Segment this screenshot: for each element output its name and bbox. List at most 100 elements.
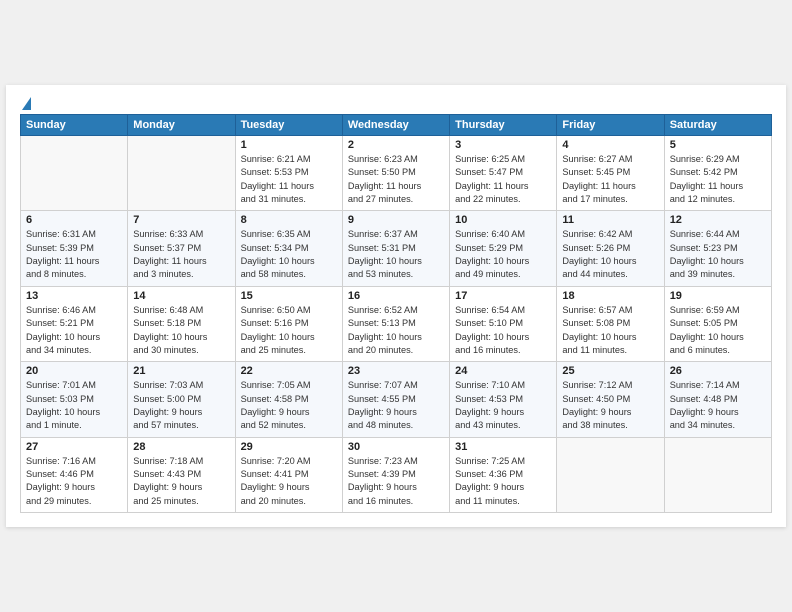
calendar-cell: 30 Sunrise: 7:23 AM Sunset: 4:39 PM Dayli… — [342, 437, 449, 512]
day-number: 17 — [455, 290, 551, 302]
day-info: Sunrise: 6:21 AM Sunset: 5:53 PM Dayligh… — [241, 153, 337, 206]
calendar-cell: 17 Sunrise: 6:54 AM Sunset: 5:10 PM Dayli… — [450, 286, 557, 361]
logo-triangle-icon — [22, 97, 31, 110]
day-info: Sunrise: 7:14 AM Sunset: 4:48 PM Dayligh… — [670, 379, 766, 432]
calendar-cell: 20 Sunrise: 7:01 AM Sunset: 5:03 PM Dayli… — [21, 362, 128, 437]
calendar-cell: 27 Sunrise: 7:16 AM Sunset: 4:46 PM Dayli… — [21, 437, 128, 512]
day-number: 29 — [241, 441, 337, 453]
calendar-cell: 22 Sunrise: 7:05 AM Sunset: 4:58 PM Dayli… — [235, 362, 342, 437]
day-number: 14 — [133, 290, 229, 302]
day-number: 27 — [26, 441, 122, 453]
day-info: Sunrise: 7:10 AM Sunset: 4:53 PM Dayligh… — [455, 379, 551, 432]
calendar-cell: 18 Sunrise: 6:57 AM Sunset: 5:08 PM Dayli… — [557, 286, 664, 361]
calendar-cell: 10 Sunrise: 6:40 AM Sunset: 5:29 PM Dayli… — [450, 211, 557, 286]
day-info: Sunrise: 7:01 AM Sunset: 5:03 PM Dayligh… — [26, 379, 122, 432]
logo — [20, 97, 31, 108]
calendar-table: SundayMondayTuesdayWednesdayThursdayFrid… — [20, 114, 772, 513]
day-info: Sunrise: 7:20 AM Sunset: 4:41 PM Dayligh… — [241, 455, 337, 508]
day-info: Sunrise: 6:48 AM Sunset: 5:18 PM Dayligh… — [133, 304, 229, 357]
calendar-cell: 8 Sunrise: 6:35 AM Sunset: 5:34 PM Daylig… — [235, 211, 342, 286]
day-info: Sunrise: 6:40 AM Sunset: 5:29 PM Dayligh… — [455, 228, 551, 281]
week-row-1: 6Sunrise: 6:31 AM Sunset: 5:39 PM Daylig… — [21, 211, 772, 286]
day-info: Sunrise: 6:37 AM Sunset: 5:31 PM Dayligh… — [348, 228, 444, 281]
day-number: 11 — [562, 214, 658, 226]
day-number: 19 — [670, 290, 766, 302]
calendar-cell: 15 Sunrise: 6:50 AM Sunset: 5:16 PM Dayli… — [235, 286, 342, 361]
calendar-cell: 23 Sunrise: 7:07 AM Sunset: 4:55 PM Dayli… — [342, 362, 449, 437]
calendar-cell: 12 Sunrise: 6:44 AM Sunset: 5:23 PM Dayli… — [664, 211, 771, 286]
day-number: 31 — [455, 441, 551, 453]
calendar-cell: 4 Sunrise: 6:27 AM Sunset: 5:45 PM Daylig… — [557, 136, 664, 211]
day-number: 18 — [562, 290, 658, 302]
calendar-cell: 14 Sunrise: 6:48 AM Sunset: 5:18 PM Dayli… — [128, 286, 235, 361]
day-number: 6 — [26, 214, 122, 226]
day-number: 5 — [670, 139, 766, 151]
calendar-cell: 24 Sunrise: 7:10 AM Sunset: 4:53 PM Dayli… — [450, 362, 557, 437]
day-info: Sunrise: 6:33 AM Sunset: 5:37 PM Dayligh… — [133, 228, 229, 281]
day-info: Sunrise: 7:18 AM Sunset: 4:43 PM Dayligh… — [133, 455, 229, 508]
day-number: 1 — [241, 139, 337, 151]
week-row-2: 13 Sunrise: 6:46 AM Sunset: 5:21 PM Dayli… — [21, 286, 772, 361]
day-info: Sunrise: 7:05 AM Sunset: 4:58 PM Dayligh… — [241, 379, 337, 432]
calendar-cell: 2Sunrise: 6:23 AM Sunset: 5:50 PM Daylig… — [342, 136, 449, 211]
day-number: 9 — [348, 214, 444, 226]
day-info: Sunrise: 7:16 AM Sunset: 4:46 PM Dayligh… — [26, 455, 122, 508]
day-info: Sunrise: 6:25 AM Sunset: 5:47 PM Dayligh… — [455, 153, 551, 206]
calendar-cell: 5 Sunrise: 6:29 AM Sunset: 5:42 PM Daylig… — [664, 136, 771, 211]
day-number: 2 — [348, 139, 444, 151]
week-row-4: 27 Sunrise: 7:16 AM Sunset: 4:46 PM Dayli… — [21, 437, 772, 512]
day-number: 20 — [26, 365, 122, 377]
day-number: 22 — [241, 365, 337, 377]
day-info: Sunrise: 7:12 AM Sunset: 4:50 PM Dayligh… — [562, 379, 658, 432]
header-row — [20, 97, 772, 108]
weekday-header-row: SundayMondayTuesdayWednesdayThursdayFrid… — [21, 115, 772, 136]
calendar-cell: 26Sunrise: 7:14 AM Sunset: 4:48 PM Dayli… — [664, 362, 771, 437]
day-number: 15 — [241, 290, 337, 302]
day-info: Sunrise: 6:54 AM Sunset: 5:10 PM Dayligh… — [455, 304, 551, 357]
calendar-cell: 9 Sunrise: 6:37 AM Sunset: 5:31 PM Daylig… — [342, 211, 449, 286]
day-info: Sunrise: 7:07 AM Sunset: 4:55 PM Dayligh… — [348, 379, 444, 432]
weekday-header-saturday: Saturday — [664, 115, 771, 136]
weekday-header-tuesday: Tuesday — [235, 115, 342, 136]
calendar-cell: 13 Sunrise: 6:46 AM Sunset: 5:21 PM Dayli… — [21, 286, 128, 361]
weekday-header-friday: Friday — [557, 115, 664, 136]
calendar-cell: 21Sunrise: 7:03 AM Sunset: 5:00 PM Dayli… — [128, 362, 235, 437]
calendar-cell: 31Sunrise: 7:25 AM Sunset: 4:36 PM Dayli… — [450, 437, 557, 512]
calendar-cell: 16Sunrise: 6:52 AM Sunset: 5:13 PM Dayli… — [342, 286, 449, 361]
calendar-cell: 19Sunrise: 6:59 AM Sunset: 5:05 PM Dayli… — [664, 286, 771, 361]
calendar-cell: 7 Sunrise: 6:33 AM Sunset: 5:37 PM Daylig… — [128, 211, 235, 286]
day-info: Sunrise: 6:57 AM Sunset: 5:08 PM Dayligh… — [562, 304, 658, 357]
day-info: Sunrise: 6:29 AM Sunset: 5:42 PM Dayligh… — [670, 153, 766, 206]
day-number: 23 — [348, 365, 444, 377]
day-info: Sunrise: 6:27 AM Sunset: 5:45 PM Dayligh… — [562, 153, 658, 206]
calendar-cell: 28 Sunrise: 7:18 AM Sunset: 4:43 PM Dayli… — [128, 437, 235, 512]
weekday-header-wednesday: Wednesday — [342, 115, 449, 136]
day-info: Sunrise: 6:44 AM Sunset: 5:23 PM Dayligh… — [670, 228, 766, 281]
calendar-cell: 1 Sunrise: 6:21 AM Sunset: 5:53 PM Daylig… — [235, 136, 342, 211]
day-info: Sunrise: 6:52 AM Sunset: 5:13 PM Dayligh… — [348, 304, 444, 357]
day-number: 25 — [562, 365, 658, 377]
weekday-header-monday: Monday — [128, 115, 235, 136]
day-number: 4 — [562, 139, 658, 151]
day-number: 28 — [133, 441, 229, 453]
weekday-header-thursday: Thursday — [450, 115, 557, 136]
day-info: Sunrise: 6:35 AM Sunset: 5:34 PM Dayligh… — [241, 228, 337, 281]
day-info: Sunrise: 7:23 AM Sunset: 4:39 PM Dayligh… — [348, 455, 444, 508]
calendar-cell: 6Sunrise: 6:31 AM Sunset: 5:39 PM Daylig… — [21, 211, 128, 286]
day-number: 7 — [133, 214, 229, 226]
day-number: 10 — [455, 214, 551, 226]
day-info: Sunrise: 6:46 AM Sunset: 5:21 PM Dayligh… — [26, 304, 122, 357]
day-info: Sunrise: 6:50 AM Sunset: 5:16 PM Dayligh… — [241, 304, 337, 357]
day-number: 24 — [455, 365, 551, 377]
calendar-cell: 25 Sunrise: 7:12 AM Sunset: 4:50 PM Dayli… — [557, 362, 664, 437]
day-number: 13 — [26, 290, 122, 302]
calendar-cell: 29 Sunrise: 7:20 AM Sunset: 4:41 PM Dayli… — [235, 437, 342, 512]
day-number: 8 — [241, 214, 337, 226]
day-number: 30 — [348, 441, 444, 453]
calendar-cell — [21, 136, 128, 211]
week-row-0: 1 Sunrise: 6:21 AM Sunset: 5:53 PM Daylig… — [21, 136, 772, 211]
weekday-header-sunday: Sunday — [21, 115, 128, 136]
calendar-cell — [557, 437, 664, 512]
calendar-container: SundayMondayTuesdayWednesdayThursdayFrid… — [6, 85, 786, 527]
day-number: 12 — [670, 214, 766, 226]
